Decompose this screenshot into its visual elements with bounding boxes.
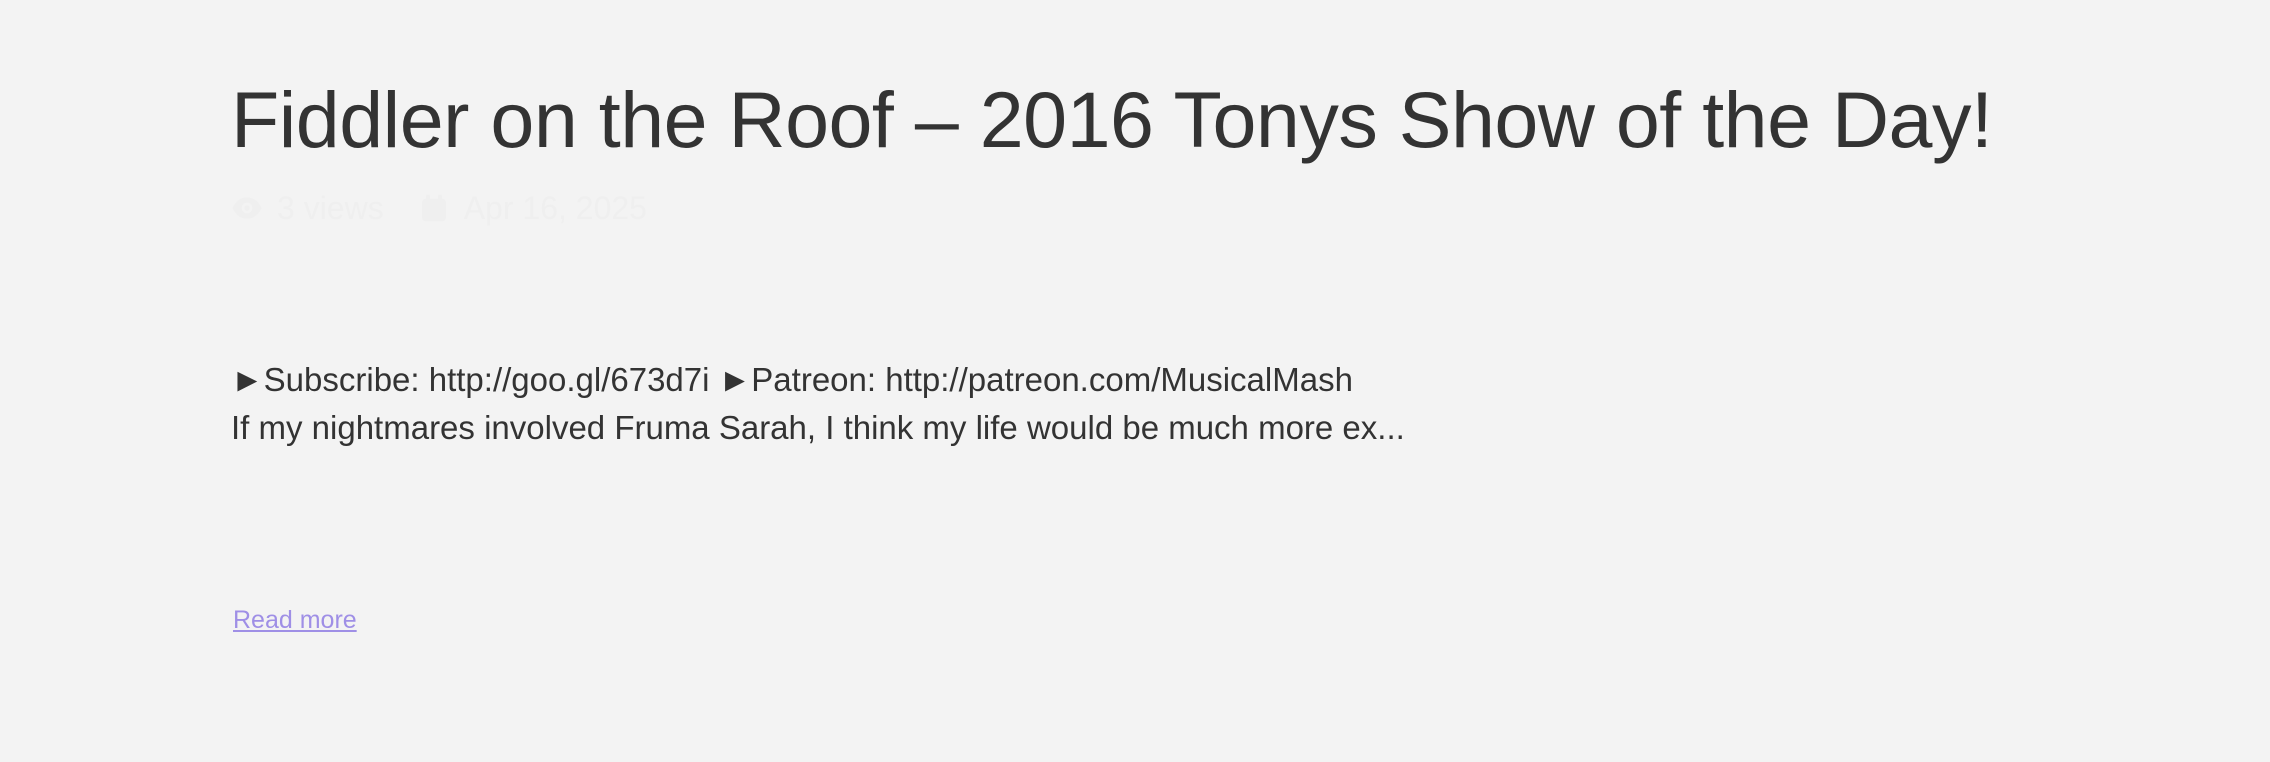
eye-icon [231,192,263,224]
excerpt-line-text: If my nightmares involved Fruma Sarah, I… [231,409,1405,446]
read-more-link[interactable]: Read more [233,606,357,635]
post-date: Apr 16, 2025 [463,189,647,226]
views-meta: 3 views [231,190,384,227]
excerpt-line-links: ►Subscribe: http://goo.gl/673d7i ►Patreo… [231,361,1353,398]
views-count: 3 views [277,189,384,226]
post-title: Fiddler on the Roof – 2016 Tonys Show of… [231,75,1993,164]
post-excerpt: ►Subscribe: http://goo.gl/673d7i ►Patreo… [231,356,1931,452]
calendar-icon [418,192,450,224]
blog-post: Fiddler on the Roof – 2016 Tonys Show of… [231,0,2031,762]
post-meta: 3 views Apr 16, 2025 [231,190,681,226]
date-meta: Apr 16, 2025 [418,190,647,227]
